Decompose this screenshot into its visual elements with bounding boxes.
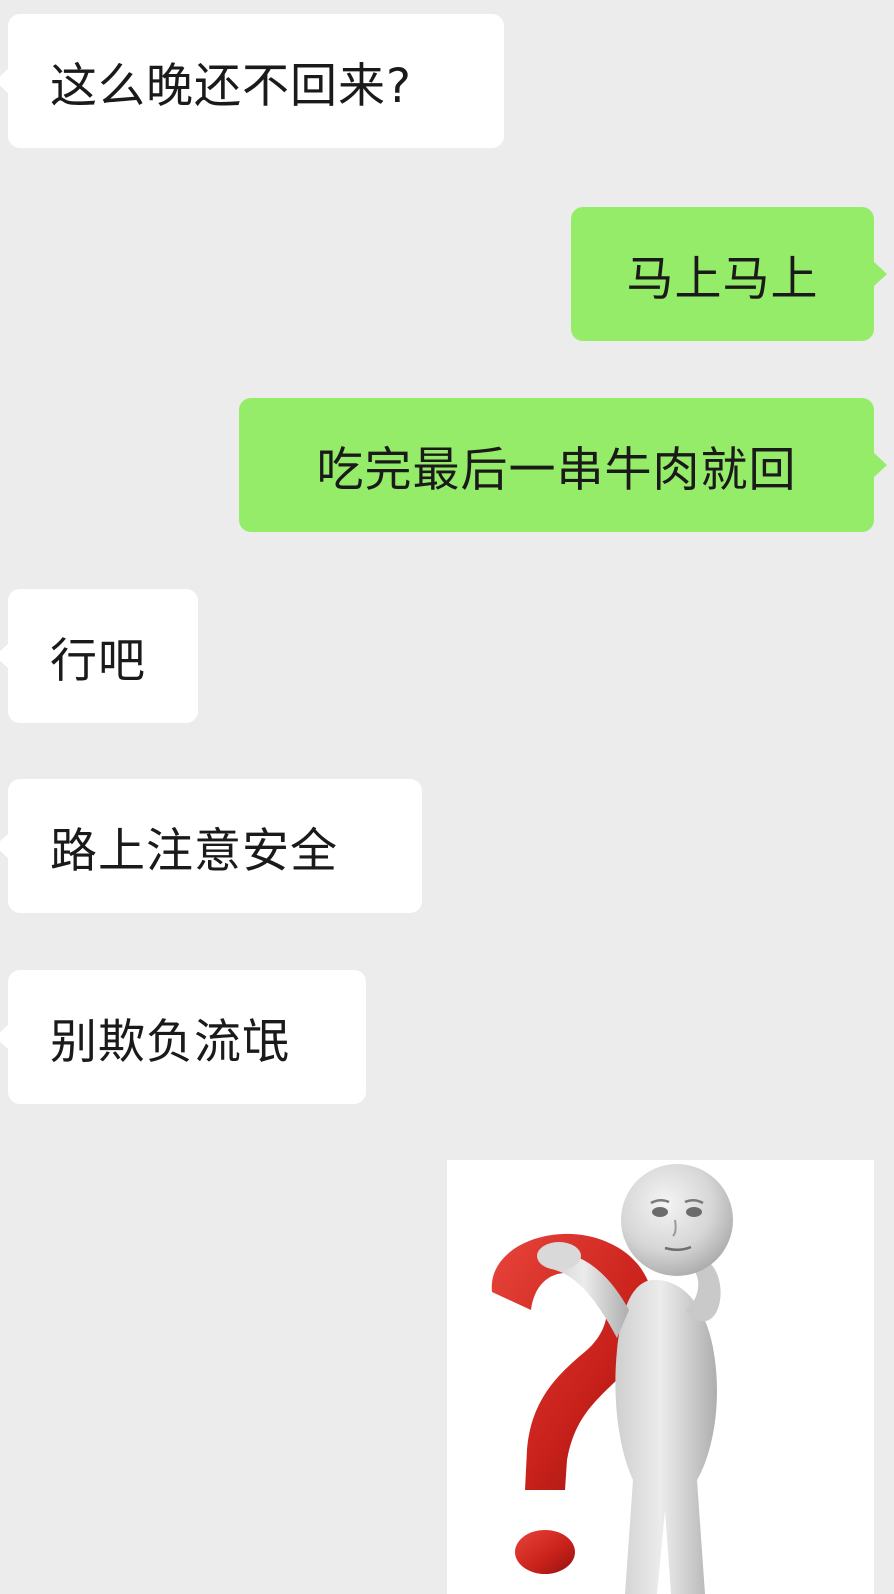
bubble-tail	[873, 452, 887, 478]
bubble-tail	[0, 1024, 9, 1050]
incoming-message-bubble[interactable]: 这么晚还不回来?	[0, 14, 504, 148]
bubble-tail	[0, 68, 9, 94]
message-text: 吃完最后一串牛肉就回	[316, 442, 797, 498]
outgoing-message-bubble[interactable]: 马上马上	[571, 207, 887, 341]
bubble-tail	[0, 833, 9, 859]
message-text: 马上马上	[626, 251, 819, 307]
sticker-message[interactable]	[447, 1160, 874, 1594]
chat-message-list: 这么晚还不回来? 马上马上 吃完最后一串牛肉就回 行吧 路上注意安全 别欺负流氓	[0, 0, 894, 1594]
message-text: 行吧	[50, 633, 146, 689]
incoming-message-bubble[interactable]: 行吧	[0, 589, 198, 723]
outgoing-message-bubble[interactable]: 吃完最后一串牛肉就回	[239, 398, 887, 532]
incoming-message-bubble[interactable]: 路上注意安全	[0, 779, 422, 913]
message-text: 路上注意安全	[50, 823, 338, 879]
message-text: 这么晚还不回来?	[50, 58, 412, 114]
bubble-tail	[0, 643, 9, 669]
incoming-message-bubble[interactable]: 别欺负流氓	[0, 970, 366, 1104]
question-mark-figure-sticker-icon	[491, 1164, 733, 1594]
bubble-tail	[873, 261, 887, 287]
message-text: 别欺负流氓	[50, 1014, 290, 1070]
